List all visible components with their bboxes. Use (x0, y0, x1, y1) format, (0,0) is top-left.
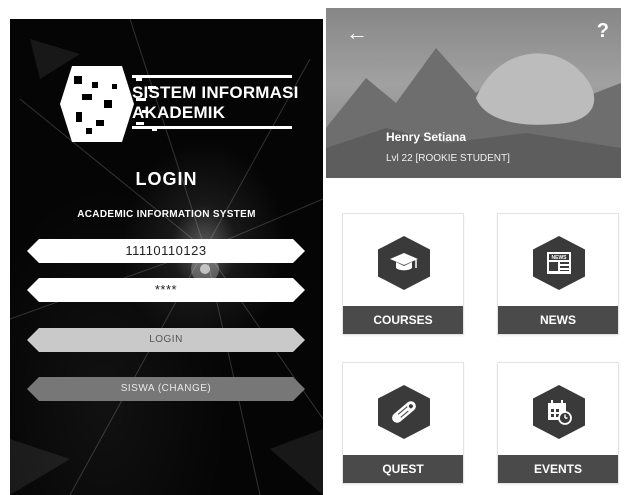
user-level: Lvl 22 [ROOKIE STUDENT] (386, 153, 510, 164)
username-field[interactable]: 11110110123 (27, 239, 305, 263)
password-field[interactable]: **** (27, 278, 305, 302)
logo-rule-top (132, 75, 292, 78)
login-screen: SISTEM INFORMASI AKADEMIK LOGIN ACADEMIC… (10, 19, 323, 495)
calendar-clock-icon (548, 400, 572, 425)
logo-line-2: AKADEMIK (132, 103, 226, 122)
quest-tile[interactable]: QUEST (343, 363, 463, 483)
courses-icon-hex (378, 236, 430, 290)
courses-label: COURSES (343, 306, 463, 334)
quest-icon-hex (378, 385, 430, 439)
quest-label: QUEST (343, 455, 463, 483)
login-title: LOGIN (135, 169, 198, 189)
logo-title: SISTEM INFORMASI AKADEMIK (132, 83, 299, 123)
back-arrow-icon[interactable]: ← (346, 20, 368, 46)
logo-rule-bottom (132, 126, 292, 129)
user-name: Henry Setiana (386, 130, 467, 144)
help-button[interactable]: ? (597, 20, 609, 43)
news-tile[interactable]: NEWS NEWS (498, 214, 618, 334)
news-label: NEWS (498, 306, 618, 334)
graduation-cap-icon (390, 253, 418, 271)
events-label: EVENTS (498, 455, 618, 483)
login-button[interactable]: LOGIN (27, 328, 305, 352)
courses-tile[interactable]: COURSES (343, 214, 463, 334)
scroll-icon (392, 401, 416, 423)
login-subtitle: ACADEMIC INFORMATION SYSTEM (77, 209, 256, 220)
svg-text:NEWS: NEWS (552, 255, 568, 261)
change-role-button[interactable]: SISWA (CHANGE) (27, 377, 305, 401)
newspaper-icon: NEWS (547, 252, 571, 274)
logo-line-1: SISTEM INFORMASI (132, 83, 299, 102)
dashboard-screen: ← ? Henry Setiana Lvl 22 [ROOKIE STUDENT… (326, 8, 621, 495)
profile-banner: ← ? Henry Setiana Lvl 22 [ROOKIE STUDENT… (326, 8, 621, 178)
events-icon-hex (533, 385, 585, 439)
news-icon-hex: NEWS (533, 236, 585, 290)
events-tile[interactable]: EVENTS (498, 363, 618, 483)
